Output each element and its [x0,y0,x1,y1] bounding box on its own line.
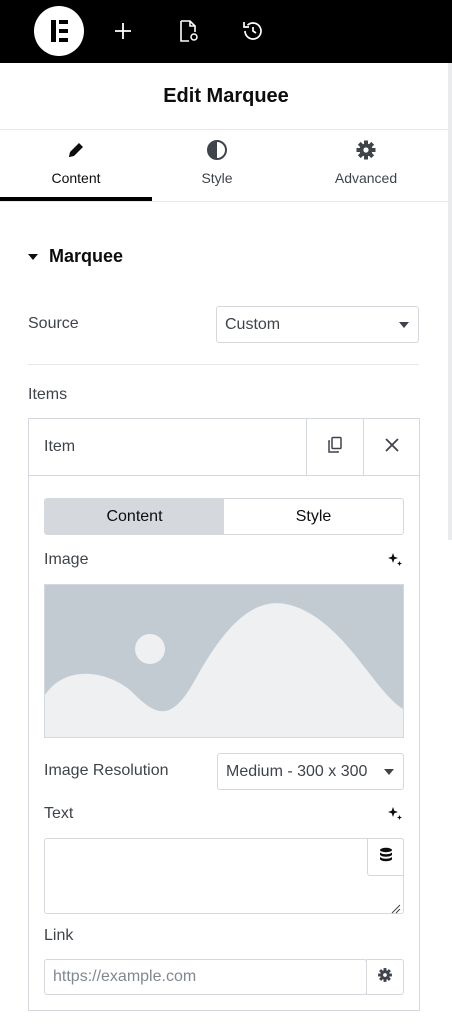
editor-toolbar [0,0,452,63]
close-icon [384,437,400,458]
source-select[interactable]: Custom [216,306,419,343]
tab-label: Advanced [334,170,398,186]
panel-tabs: Content Style Advanced [0,130,452,202]
link-label: Link [44,927,74,944]
history-icon[interactable] [238,16,268,46]
image-resolution-label: Image Resolution [44,762,169,779]
elementor-logo-button[interactable] [34,6,84,56]
add-element-icon[interactable] [108,16,138,46]
tab-advanced[interactable]: Advanced [300,130,432,202]
resize-handle-icon[interactable] [391,901,401,914]
image-resolution-select[interactable]: Medium - 300 x 300 [217,753,404,790]
image-placeholder-graphic [45,585,403,737]
switch-style[interactable]: Style [224,499,403,534]
database-icon [379,847,393,868]
caret-down-icon [28,253,38,260]
tab-style[interactable]: Style [152,130,282,202]
items-label: Items [28,386,68,403]
page-settings-icon[interactable] [173,16,203,46]
section-toggle[interactable]: Marquee [28,246,123,267]
panel-title: Edit Marquee [163,84,289,107]
image-label: Image [44,551,89,568]
gear-icon [377,967,393,988]
tab-label: Content [51,170,101,186]
panel-header: Edit Marquee [0,63,452,130]
repeater-item: Item Content Style Image Image Resolutio… [28,418,420,1011]
remove-button[interactable] [363,419,420,475]
source-label: Source [28,315,79,332]
chevron-down-icon [384,769,394,775]
chevron-down-icon [399,322,409,328]
repeater-item-header[interactable]: Item [29,419,419,476]
text-textarea[interactable] [44,838,404,914]
copy-icon [326,436,344,459]
repeater-item-title: Item [44,438,76,455]
duplicate-button[interactable] [306,419,363,475]
switch-content[interactable]: Content [45,499,224,534]
link-options-button[interactable] [366,959,404,995]
dynamic-tags-button[interactable] [367,838,404,876]
tab-content[interactable]: Content [0,130,152,202]
ai-sparkle-icon[interactable] [386,551,404,569]
gear-icon [355,139,377,161]
pencil-icon [65,139,87,161]
active-tab-indicator [0,197,152,201]
image-resolution-value: Medium - 300 x 300 [226,762,368,780]
tab-label: Style [201,170,233,186]
link-url-input[interactable]: https://example.com [44,959,367,995]
ai-sparkle-icon[interactable] [386,805,404,823]
section-title: Marquee [49,246,124,266]
content-style-switcher: Content Style [44,498,404,535]
source-value: Custom [225,315,281,333]
image-placeholder[interactable] [44,584,404,738]
link-placeholder: https://example.com [53,968,197,985]
scrollbar[interactable] [448,63,452,540]
divider [28,364,419,365]
text-label: Text [44,805,74,822]
contrast-icon [206,139,228,161]
